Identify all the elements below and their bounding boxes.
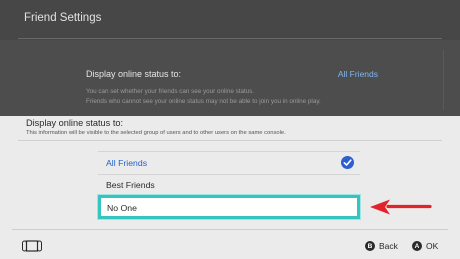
option-label: No One — [107, 203, 137, 213]
option-label: All Friends — [106, 158, 148, 168]
background-title: Friend Settings — [24, 12, 102, 24]
background-description-1: You can set whether your friends can see… — [86, 88, 255, 95]
background-description-2: Friends who cannot see your online statu… — [86, 98, 321, 105]
option-all-friends[interactable]: All Friends — [98, 152, 360, 174]
check-circle-icon — [341, 156, 354, 169]
back-button[interactable]: B Back — [365, 240, 398, 252]
background-settings-screen: Friend Settings Display online status to… — [0, 0, 460, 116]
back-label: Back — [379, 241, 398, 251]
ok-label: OK — [426, 241, 439, 251]
option-no-one[interactable]: No One — [98, 195, 360, 219]
option-best-friends[interactable]: Best Friends — [98, 174, 360, 196]
footer-divider — [12, 229, 448, 230]
background-setting-value: All Friends — [337, 69, 378, 79]
panel-subtitle: This information will be visible to the … — [26, 130, 286, 136]
panel-divider — [18, 140, 442, 141]
background-scroll-line — [443, 50, 444, 110]
panel-title: Display online status to: — [26, 118, 124, 128]
background-divider — [18, 38, 442, 39]
a-button-icon: A — [412, 241, 422, 251]
background-setting-label: Display online status to: — [86, 69, 182, 79]
handheld-console-icon — [22, 240, 42, 252]
b-button-icon: B — [365, 241, 375, 251]
option-label: Best Friends — [106, 180, 155, 190]
ok-button[interactable]: A OK — [412, 240, 438, 252]
red-arrow-icon — [370, 199, 432, 215]
background-header: Friend Settings — [0, 0, 460, 40]
